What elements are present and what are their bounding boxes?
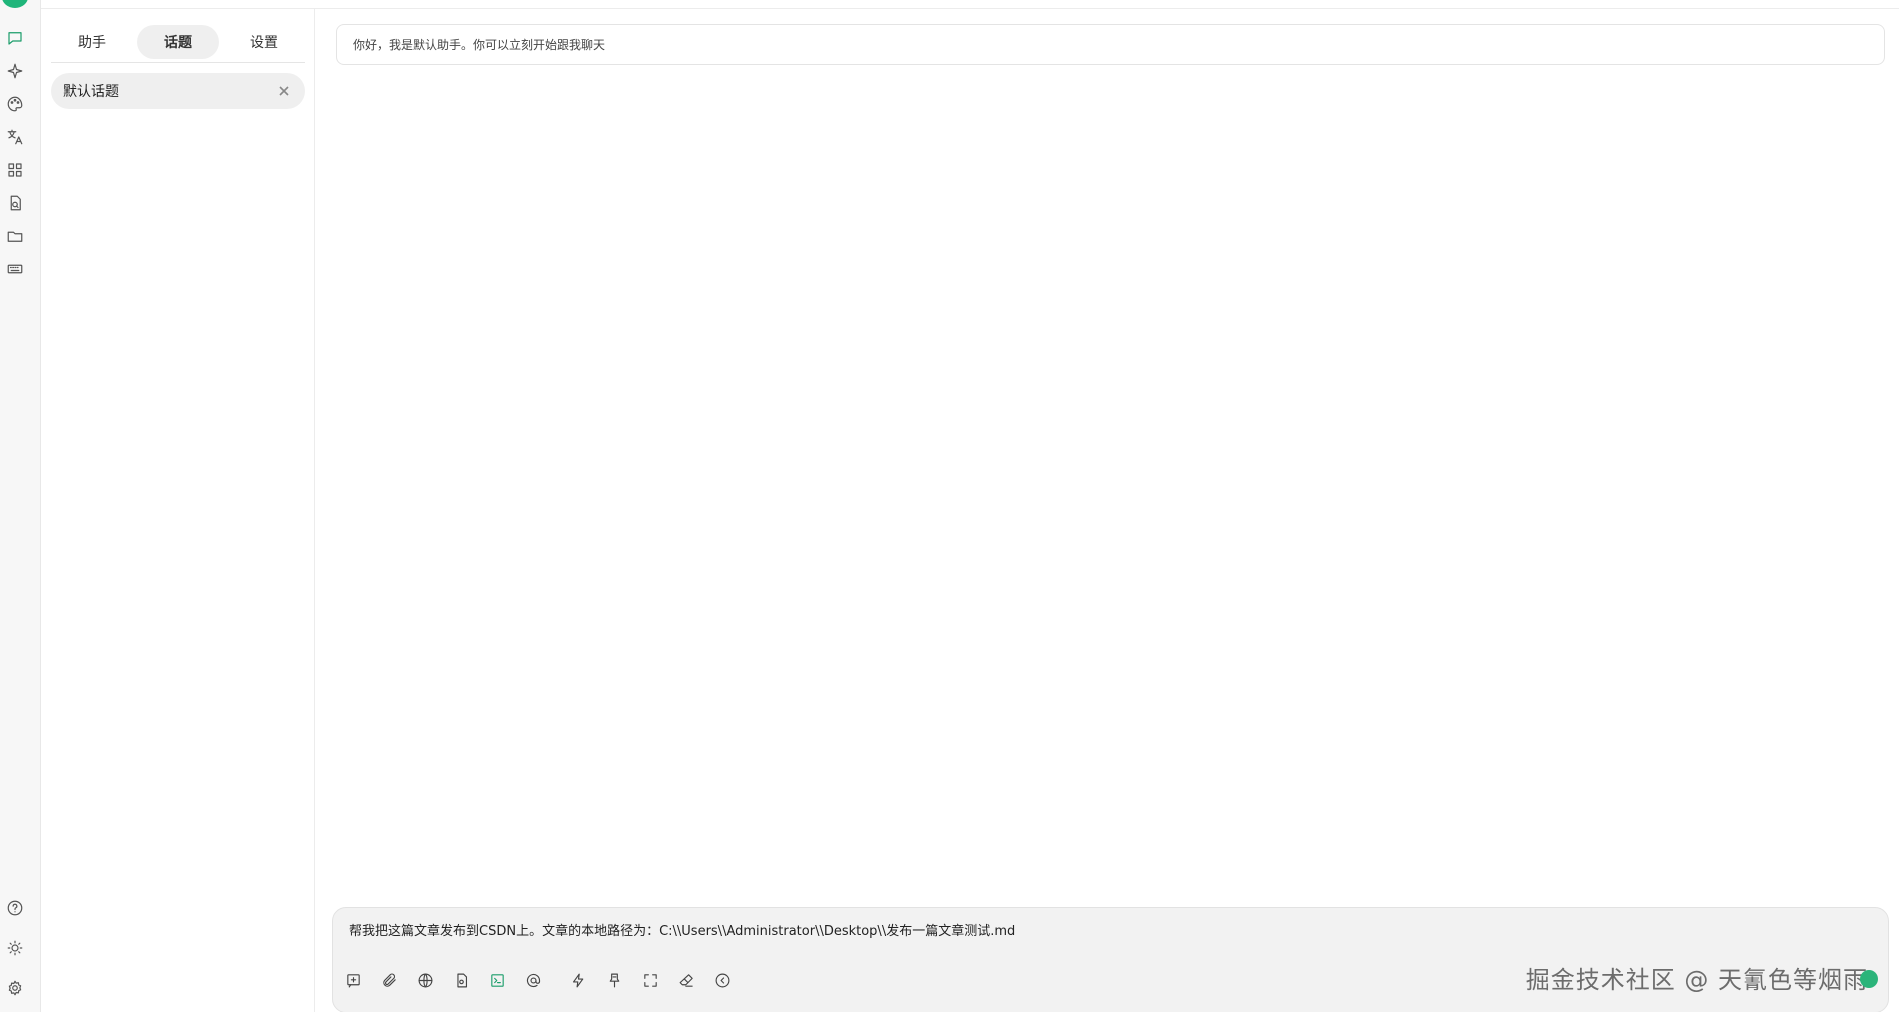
message-input[interactable]: 帮我把这篇文章发布到CSDN上。文章的本地路径为：C:\\Users\\Admi…	[349, 920, 1849, 939]
message-composer[interactable]: 帮我把这篇文章发布到CSDN上。文章的本地路径为：C:\\Users\\Admi…	[332, 907, 1889, 1012]
new-topic-icon[interactable]	[341, 968, 365, 992]
pin-icon[interactable]	[602, 968, 626, 992]
send-icon[interactable]	[1860, 970, 1878, 988]
sun-icon[interactable]	[3, 936, 27, 960]
folder-icon[interactable]	[3, 224, 27, 248]
gear-icon[interactable]	[3, 976, 27, 1000]
fullscreen-icon[interactable]	[638, 968, 662, 992]
tab-settings[interactable]: 设置	[223, 25, 305, 59]
sparkle-icon[interactable]	[3, 59, 27, 83]
topic-panel: 助手 话题 设置 默认话题	[41, 8, 315, 1012]
apps-grid-icon[interactable]	[3, 158, 27, 182]
greeting-text: 你好，我是默认助手。你可以立刻开始跟我聊天	[353, 38, 606, 52]
topic-item[interactable]: 默认话题	[51, 73, 305, 109]
app-window: 助手 话题 设置 默认话题 你好，我是默认助手。你可以立刻开始跟我聊天 帮我把这…	[0, 0, 1899, 1012]
chat-icon[interactable]	[3, 26, 27, 50]
lightning-icon[interactable]	[566, 968, 590, 992]
terminal-icon[interactable]	[485, 968, 509, 992]
globe-icon[interactable]	[413, 968, 437, 992]
keyboard-icon[interactable]	[3, 257, 27, 281]
close-icon[interactable]	[277, 84, 291, 98]
knowledge-icon[interactable]	[449, 968, 473, 992]
translate-icon[interactable]	[3, 125, 27, 149]
tab-topics[interactable]: 话题	[137, 25, 219, 59]
eraser-icon[interactable]	[674, 968, 698, 992]
palette-icon[interactable]	[3, 92, 27, 116]
attachment-icon[interactable]	[377, 968, 401, 992]
file-search-icon[interactable]	[3, 191, 27, 215]
chat-main: 你好，我是默认助手。你可以立刻开始跟我聊天 帮我把这篇文章发布到CSDN上。文章…	[315, 8, 1899, 1012]
help-icon[interactable]	[3, 896, 27, 920]
assistant-greeting: 你好，我是默认助手。你可以立刻开始跟我聊天	[336, 24, 1885, 65]
topic-item-label: 默认话题	[63, 84, 119, 100]
mention-icon[interactable]	[521, 968, 545, 992]
tab-assistant[interactable]: 助手	[51, 25, 133, 59]
avatar[interactable]	[2, 0, 28, 8]
watermark: 掘金技术社区 @ 天氰色等烟雨	[1525, 966, 1868, 994]
panel-tabs: 助手 话题 设置	[51, 17, 305, 63]
history-icon[interactable]	[710, 968, 734, 992]
left-rail	[0, 0, 41, 1012]
